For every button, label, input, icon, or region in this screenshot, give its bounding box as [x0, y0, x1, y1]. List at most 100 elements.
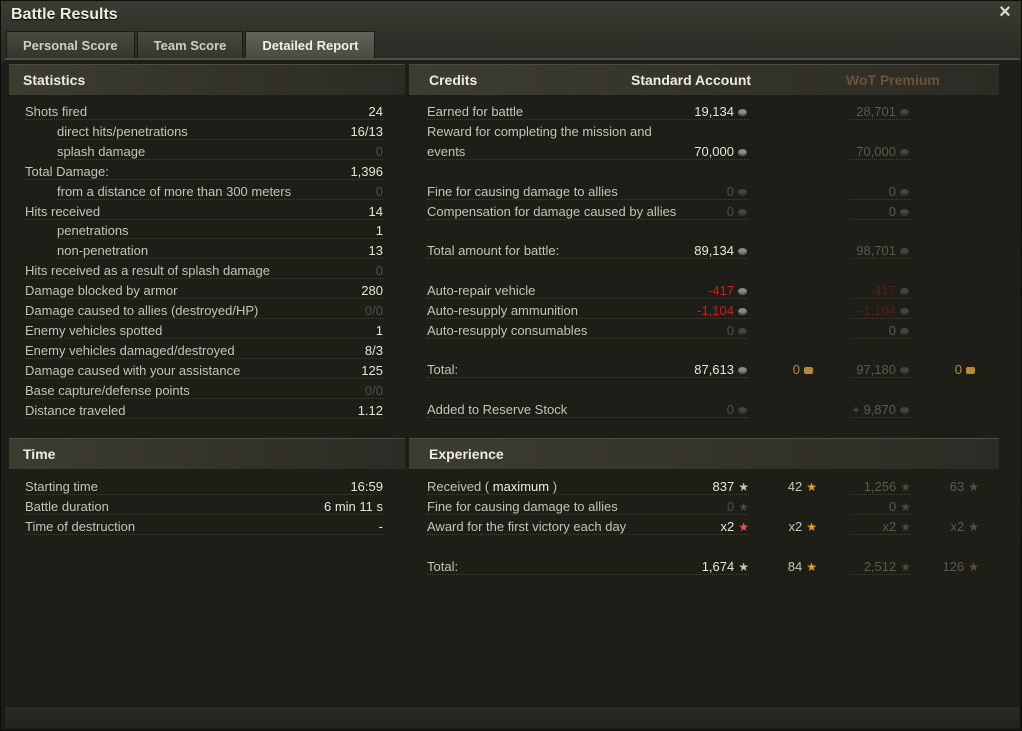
- time-label: Time of destruction: [25, 519, 136, 534]
- xp-premium-value: 1,256 ★: [864, 477, 911, 497]
- stat-value: 280: [361, 283, 383, 299]
- xp-label-text: Fine for causing damage to allies: [427, 499, 618, 514]
- credit-label-text: Auto-resupply consumables: [427, 323, 588, 338]
- stat-value: 0: [375, 263, 383, 279]
- free-xp-star-icon: ★: [968, 520, 979, 534]
- stat-row: Distance traveled 1.12: [25, 401, 383, 421]
- stat-value: 13: [368, 243, 383, 259]
- stat-row: Hits received 14: [25, 202, 383, 222]
- star-icon: ★: [738, 480, 749, 494]
- star-icon: ★: [900, 560, 911, 574]
- credit-premium-value: 0: [889, 202, 909, 222]
- premium-credits: 28,701: [856, 104, 896, 119]
- statistics-title: Statistics: [23, 72, 86, 88]
- stat-row: Damage blocked by armor 280: [25, 281, 383, 301]
- stat-label: Damage caused to allies (destroyed/HP): [25, 303, 259, 318]
- credit-leader: [427, 298, 749, 299]
- stat-row: Damage caused to allies (destroyed/HP) 0/…: [25, 301, 383, 321]
- stat-label: Hits received as a result of splash dama…: [25, 263, 270, 279]
- stat-row: Shots fired 24: [25, 102, 383, 122]
- star-icon: ★: [738, 520, 749, 534]
- free-xp-premium-value: 126 ★: [943, 557, 979, 577]
- star-icon: ★: [900, 520, 911, 534]
- stat-value: 14: [368, 203, 383, 219]
- premium-xp: 0: [889, 499, 897, 514]
- detailed-report-panel: Statistics Shots fired 24 direct hits/pene…: [5, 58, 1019, 705]
- credit-icon: [738, 209, 747, 217]
- credit-premium-value: 0: [889, 321, 909, 341]
- experience-title: Experience: [429, 446, 504, 462]
- standard-xp: 837: [712, 479, 735, 494]
- gold-icon: [966, 367, 975, 375]
- credit-premium-value: 97,180: [856, 360, 909, 380]
- star-icon: ★: [900, 500, 911, 514]
- credit-leader: [427, 417, 749, 418]
- credit-icon: [900, 189, 909, 197]
- credit-icon: [738, 288, 747, 296]
- premium-credits: -417: [869, 283, 896, 298]
- experience-header: Experience: [409, 438, 999, 469]
- standard-free-xp: x2: [788, 519, 803, 534]
- credit-standard-value: 0: [727, 321, 747, 341]
- stat-row: Enemy vehicles spotted 1: [25, 321, 383, 341]
- premium-free-xp: x2: [950, 519, 965, 534]
- premium-credits: + 9,870: [852, 402, 896, 417]
- xp-standard-value: x2 ★: [721, 517, 750, 537]
- xp-premium-value: 0 ★: [889, 497, 911, 517]
- credit-icon: [738, 407, 747, 415]
- premium-gold: 0: [954, 362, 962, 377]
- window-title: Battle Results: [11, 6, 118, 23]
- xp-standard-value: 837 ★: [713, 477, 749, 497]
- statistics-header: Statistics: [9, 64, 405, 95]
- standard-free-xp: 42: [787, 479, 803, 494]
- credit-premium-value: -417: [870, 281, 909, 301]
- stat-value: 0/0: [364, 382, 383, 398]
- credits-header: Credits Standard Account WoT Premium: [409, 64, 999, 95]
- stat-row: non-penetration 13: [25, 241, 383, 261]
- credit-leader: [427, 199, 749, 200]
- tab-detailed-report[interactable]: Detailed Report: [245, 31, 376, 58]
- credit-icon: [738, 149, 747, 157]
- standard-xp: 1,674: [701, 559, 735, 574]
- credit-icon: [900, 367, 909, 375]
- xp-label-suffix: ): [549, 479, 558, 494]
- standard-xp: 0: [727, 499, 735, 514]
- stat-label: Base capture/defense points: [25, 382, 190, 398]
- close-icon[interactable]: ×: [997, 2, 1013, 22]
- credit-icon: [900, 149, 909, 157]
- free-xp-standard-value: 84 ★: [788, 557, 817, 577]
- credit-icon: [900, 248, 909, 256]
- stat-row: splash damage 0: [25, 142, 383, 162]
- stat-label: Shots fired: [25, 104, 88, 119]
- tab-personal-score[interactable]: Personal Score: [6, 31, 135, 58]
- stat-label: Total Damage:: [25, 163, 109, 179]
- stat-value: 24: [368, 104, 383, 119]
- stat-row: Damage caused with your assistance 125: [25, 361, 383, 381]
- credit-standard-value: -417: [708, 281, 747, 301]
- stat-label: Enemy vehicles damaged/destroyed: [25, 342, 235, 358]
- credit-label-text: Fine for causing damage to allies: [427, 184, 618, 199]
- standard-xp: x2: [720, 519, 735, 534]
- credit-icon: [738, 248, 747, 256]
- stat-row: penetrations 1: [25, 221, 383, 241]
- stat-value: 1,396: [350, 163, 383, 179]
- star-icon: ★: [900, 480, 911, 494]
- premium-credits: 98,701: [856, 243, 896, 258]
- stat-row: Base capture/defense points 0/0: [25, 381, 383, 401]
- stat-value: 16/13: [350, 123, 383, 139]
- credit-icon: [738, 328, 747, 336]
- stat-label: Hits received: [25, 203, 101, 219]
- credit-standard-value: 70,000: [694, 142, 747, 162]
- credit-standard-value: 0: [727, 202, 747, 222]
- xp-premium-value: 2,512 ★: [864, 557, 911, 577]
- free-xp-standard-value: x2 ★: [789, 517, 818, 537]
- premium-credits: 0: [888, 204, 896, 219]
- credit-premium-value: 70,000: [856, 142, 909, 162]
- stat-row: Hits received as a result of splash dama…: [25, 261, 383, 281]
- wot-premium-header: WoT Premium: [846, 72, 940, 88]
- tab-team-score[interactable]: Team Score: [136, 31, 244, 58]
- stat-label: Damage blocked by armor: [25, 283, 178, 299]
- stat-row: direct hits/penetrations 16/13: [25, 122, 383, 142]
- credit-standard-value: 0: [727, 182, 747, 202]
- time-label: Starting time: [25, 479, 98, 494]
